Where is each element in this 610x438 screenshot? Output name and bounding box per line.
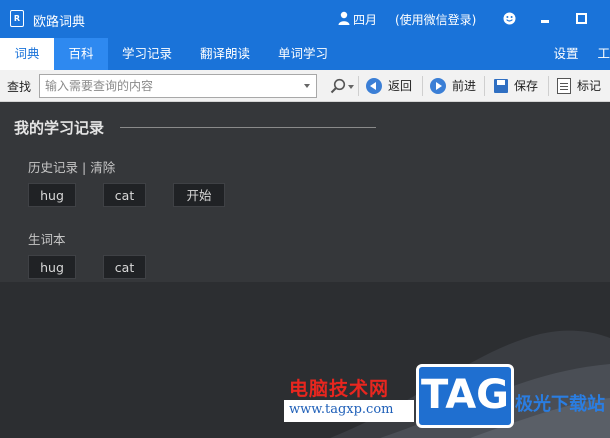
tab-translate-read[interactable]: 翻译朗读: [190, 38, 260, 70]
page-title: 我的学习记录: [14, 119, 105, 137]
save-disk-icon: [494, 79, 508, 93]
back-arrow-icon: [366, 78, 382, 94]
back-button[interactable]: 返回: [366, 70, 418, 102]
title-bar: R 欧路词典 四月 (使用微信登录): [0, 0, 610, 38]
history-header: 历史记录 | 清除: [28, 157, 115, 176]
tab-encyclopedia[interactable]: 百科: [54, 38, 108, 70]
search-history-dropdown-icon[interactable]: [304, 84, 310, 88]
search-label: 查找: [7, 80, 32, 94]
search-options-dropdown-icon[interactable]: [348, 85, 354, 89]
user-name[interactable]: 四月: [353, 11, 377, 28]
toolbar-divider: [422, 76, 423, 96]
tools-menu[interactable]: 工具: [592, 38, 610, 70]
menu-bar: 词典 百科 学习记录 翻译朗读 单词学习 设置 工具: [0, 38, 610, 70]
app-logo: R: [10, 10, 24, 27]
watermark-cn-text: 电脑技术网: [289, 378, 390, 400]
history-separator: |: [82, 160, 87, 175]
watermark-url: www.tagxp.com: [289, 402, 394, 417]
search-box[interactable]: [39, 74, 317, 98]
notebook-label: 生词本: [28, 232, 66, 247]
watermark-site-name: 极光下载站: [515, 394, 605, 415]
settings-menu[interactable]: 设置: [548, 38, 584, 70]
toolbar-divider: [484, 76, 485, 96]
clear-history-link[interactable]: 清除: [90, 160, 115, 175]
tab-word-learning[interactable]: 单词学习: [268, 38, 338, 70]
history-word-cat[interactable]: cat: [103, 183, 146, 207]
toolbar-divider: [358, 76, 359, 96]
toolbar: 查找 返回 前进 保存 标记: [0, 70, 610, 102]
user-icon[interactable]: [338, 11, 350, 25]
history-word-hug[interactable]: hug: [28, 183, 76, 207]
forward-arrow-icon: [430, 78, 446, 94]
title-divider: [120, 127, 376, 128]
toolbar-divider: [548, 76, 549, 96]
tab-study-record[interactable]: 学习记录: [112, 38, 182, 70]
mark-note-icon: [557, 78, 571, 94]
history-word-start[interactable]: 开始: [173, 183, 225, 207]
app-title: 欧路词典: [33, 15, 86, 30]
forward-button[interactable]: 前进: [430, 70, 480, 102]
mark-button[interactable]: 标记: [557, 70, 607, 102]
wechat-login-link[interactable]: (使用微信登录): [395, 11, 476, 28]
notebook-word-cat[interactable]: cat: [103, 255, 146, 279]
maximize-button[interactable]: [576, 13, 587, 24]
search-input[interactable]: [40, 75, 300, 97]
search-icon[interactable]: [330, 78, 346, 94]
feedback-smile-icon[interactable]: [503, 12, 516, 25]
minimize-button[interactable]: [541, 20, 549, 23]
notebook-word-hug[interactable]: hug: [28, 255, 76, 279]
study-record-panel: 我的学习记录 历史记录 | 清除 hug cat 开始 生词本 hug cat …: [0, 102, 610, 438]
save-button[interactable]: 保存: [494, 70, 542, 102]
history-label: 历史记录: [28, 160, 79, 175]
tab-dictionary[interactable]: 词典: [0, 38, 54, 70]
watermark-tag-badge: TAG: [416, 364, 514, 428]
